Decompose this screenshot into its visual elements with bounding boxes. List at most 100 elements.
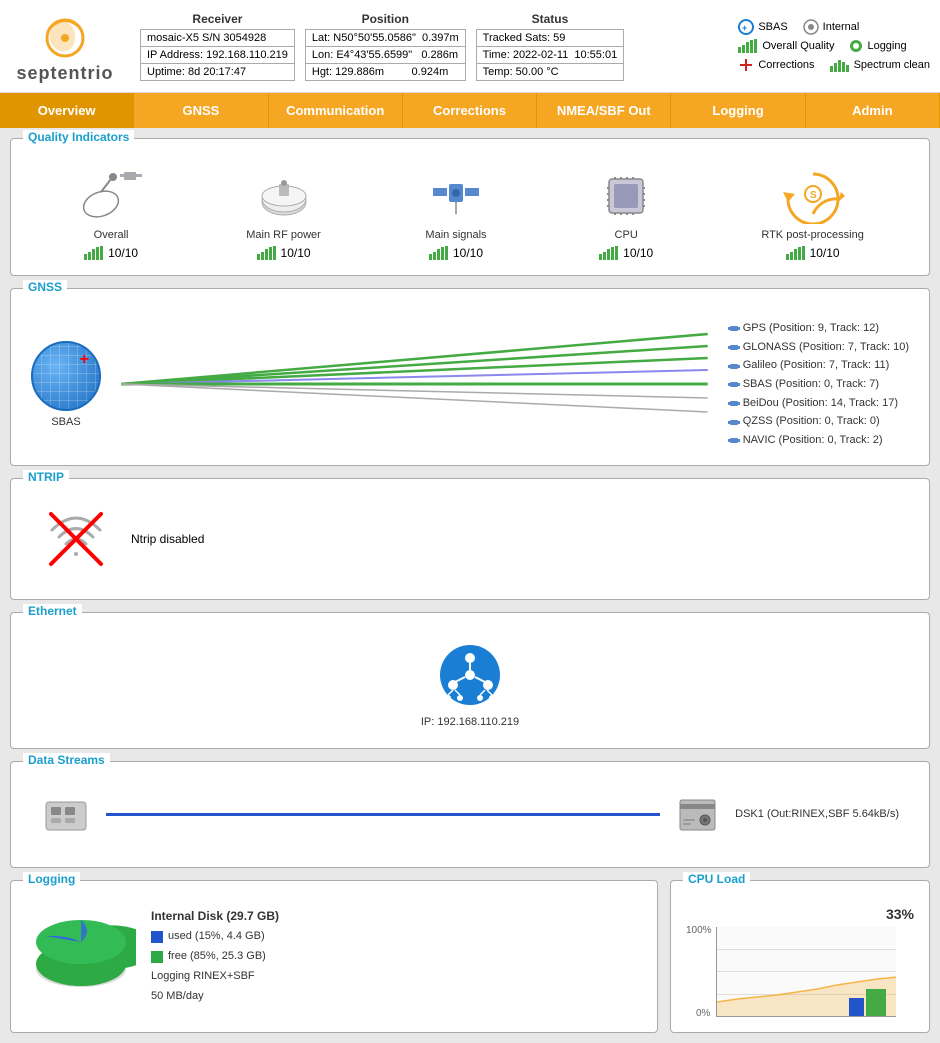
quality-cpu-icon bbox=[591, 164, 661, 224]
cpu-bar-green bbox=[866, 989, 886, 1016]
nav-admin[interactable]: Admin bbox=[806, 93, 940, 128]
quality-rtk: S RTK post-processing 10/10 bbox=[761, 164, 864, 260]
pos-lon: Lon: E4°43'55.6599" 0.286m bbox=[305, 46, 465, 63]
internal-label: Internal bbox=[823, 21, 860, 33]
list-item: QZSS (Position: 0, Track: 0) bbox=[728, 412, 909, 431]
free-color bbox=[151, 951, 163, 963]
pos-lat: Lat: N50°50'55.0586" 0.397m bbox=[305, 29, 465, 46]
quality-title: Quality Indicators bbox=[23, 130, 134, 144]
ntrip-title: NTRIP bbox=[23, 470, 69, 484]
logging-section: Logging bbox=[10, 880, 658, 1033]
ntrip-section: NTRIP Ntrip disabled bbox=[10, 478, 930, 600]
ethernet-ip-label: IP: 192.168.110.219 bbox=[421, 716, 519, 728]
table-row: Time: 2022-02-11 10:55:01 bbox=[476, 46, 624, 63]
cpu-chart-area bbox=[716, 927, 896, 1017]
corrections-status: Corrections bbox=[738, 57, 814, 73]
gnss-content: + SBAS G bbox=[21, 299, 919, 455]
table-row: Temp: 50.00 °C bbox=[476, 63, 624, 80]
bottom-row: Logging bbox=[10, 880, 930, 1033]
logging-free-label: free (85%, 25.3 GB) bbox=[168, 947, 266, 967]
quality-rf: Main RF power 10/10 bbox=[246, 164, 321, 260]
logging-status: Logging bbox=[849, 39, 906, 53]
nav-logging[interactable]: Logging bbox=[671, 93, 805, 128]
sbas-status: + SBAS bbox=[738, 19, 787, 35]
status-tracked: Tracked Sats: 59 bbox=[476, 29, 624, 46]
table-row: Lon: E4°43'55.6599" 0.286m bbox=[305, 46, 465, 63]
datastreams-content: DSK1 (Out:RINEX,SBF 5.64kB/s) bbox=[21, 772, 919, 857]
overall-quality-icon bbox=[738, 39, 758, 53]
nav-gnss[interactable]: GNSS bbox=[134, 93, 268, 128]
logging-label: Logging bbox=[867, 40, 906, 52]
logging-pie-chart bbox=[26, 914, 136, 999]
globe-icon: + bbox=[31, 341, 101, 411]
nav-corrections[interactable]: Corrections bbox=[403, 93, 537, 128]
logging-rate-label: Logging RINEX+SBF bbox=[151, 967, 279, 987]
position-table: Lat: N50°50'55.0586" 0.397m Lon: E4°43'5… bbox=[305, 29, 466, 81]
receiver-uptime: Uptime: 8d 20:17:47 bbox=[141, 63, 295, 80]
quality-items: Overall 10/10 Main RF power bbox=[21, 149, 919, 265]
datastreams-title: Data Streams bbox=[23, 753, 110, 767]
sat-navic: NAVIC (Position: 0, Track: 2) bbox=[743, 431, 883, 450]
nav-nmea[interactable]: NMEA/SBF Out bbox=[537, 93, 671, 128]
quality-rf-label: Main RF power bbox=[246, 229, 321, 241]
logging-rate-value: 50 MB/day bbox=[151, 987, 279, 1007]
cpu-percentage: 33% bbox=[686, 906, 914, 922]
list-item: GPS (Position: 9, Track: 12) bbox=[728, 319, 909, 338]
status-row-3: Corrections Spectrum clean bbox=[738, 57, 930, 73]
table-row: Uptime: 8d 20:17:47 bbox=[141, 63, 295, 80]
logging-free-legend: free (85%, 25.3 GB) bbox=[151, 947, 279, 967]
quality-rf-score: 10/10 bbox=[281, 246, 311, 260]
corrections-label: Corrections bbox=[758, 59, 814, 71]
spectrum-icon bbox=[830, 58, 850, 72]
datastream-dest-icon bbox=[675, 792, 720, 837]
logo-area: septentrio bbox=[10, 8, 120, 84]
globe-plus-icon: + bbox=[80, 351, 89, 369]
list-item: SBAS (Position: 0, Track: 7) bbox=[728, 375, 909, 394]
sat-sbas: SBAS (Position: 0, Track: 7) bbox=[743, 375, 879, 394]
spectrum-label: Spectrum clean bbox=[854, 59, 930, 71]
logging-title: Logging bbox=[23, 872, 80, 886]
table-row: IP Address: 192.168.110.219 bbox=[141, 46, 295, 63]
ntrip-icon bbox=[41, 504, 111, 574]
status-table: Tracked Sats: 59 Time: 2022-02-11 10:55:… bbox=[476, 29, 625, 81]
quality-overall-label: Overall bbox=[94, 229, 129, 241]
datastream-line bbox=[106, 813, 660, 816]
navigation: Overview GNSS Communication Corrections … bbox=[0, 93, 940, 128]
gnss-satellite-list: GPS (Position: 9, Track: 12) GLONASS (Po… bbox=[728, 319, 909, 450]
status-temp: Temp: 50.00 °C bbox=[476, 63, 624, 80]
logging-disk-title: Internal Disk (29.7 GB) bbox=[151, 906, 279, 928]
logging-info: Internal Disk (29.7 GB) used (15%, 4.4 G… bbox=[151, 906, 279, 1007]
svg-text:S: S bbox=[810, 190, 817, 201]
quality-cpu: CPU 10/10 bbox=[591, 164, 661, 260]
status-title: Status bbox=[476, 12, 625, 26]
quality-cpu-bar: 10/10 bbox=[599, 246, 653, 260]
quality-signals-score: 10/10 bbox=[453, 246, 483, 260]
quality-signals-label: Main signals bbox=[425, 229, 486, 241]
logo-icon bbox=[35, 8, 95, 63]
datastream-label: DSK1 (Out:RINEX,SBF 5.64kB/s) bbox=[735, 808, 899, 820]
nav-communication[interactable]: Communication bbox=[269, 93, 403, 128]
used-color bbox=[151, 931, 163, 943]
gnss-globe: + SBAS bbox=[31, 341, 101, 428]
pos-hgt: Hgt: 129.886m 0.924m bbox=[305, 63, 465, 80]
ethernet-title: Ethernet bbox=[23, 604, 82, 618]
logging-content: Internal Disk (29.7 GB) used (15%, 4.4 G… bbox=[21, 891, 647, 1012]
status-section: Status Tracked Sats: 59 Time: 2022-02-11… bbox=[476, 12, 625, 81]
ntrip-content: Ntrip disabled bbox=[21, 489, 919, 589]
receiver-model: mosaic-X5 S/N 3054928 bbox=[141, 29, 295, 46]
overall-quality-status: Overall Quality bbox=[738, 39, 834, 53]
receiver-ip: IP Address: 192.168.110.219 bbox=[141, 46, 295, 63]
info-tables: Receiver mosaic-X5 S/N 3054928 IP Addres… bbox=[140, 12, 728, 81]
logging-used-legend: used (15%, 4.4 GB) bbox=[151, 927, 279, 947]
gnss-title: GNSS bbox=[23, 280, 67, 294]
ethernet-section: Ethernet bbox=[10, 612, 930, 749]
logo-text: septentrio bbox=[16, 63, 113, 84]
nav-overview[interactable]: Overview bbox=[0, 93, 134, 128]
list-item: GLONASS (Position: 7, Track: 10) bbox=[728, 338, 909, 357]
ethernet-icon bbox=[438, 643, 503, 708]
main-content: Quality Indicators Overall 10/ bbox=[0, 128, 940, 1043]
quality-rtk-label: RTK post-processing bbox=[761, 229, 864, 241]
table-row: Hgt: 129.886m 0.924m bbox=[305, 63, 465, 80]
table-row: Lat: N50°50'55.0586" 0.397m bbox=[305, 29, 465, 46]
quality-overall-bar: 10/10 bbox=[84, 246, 138, 260]
